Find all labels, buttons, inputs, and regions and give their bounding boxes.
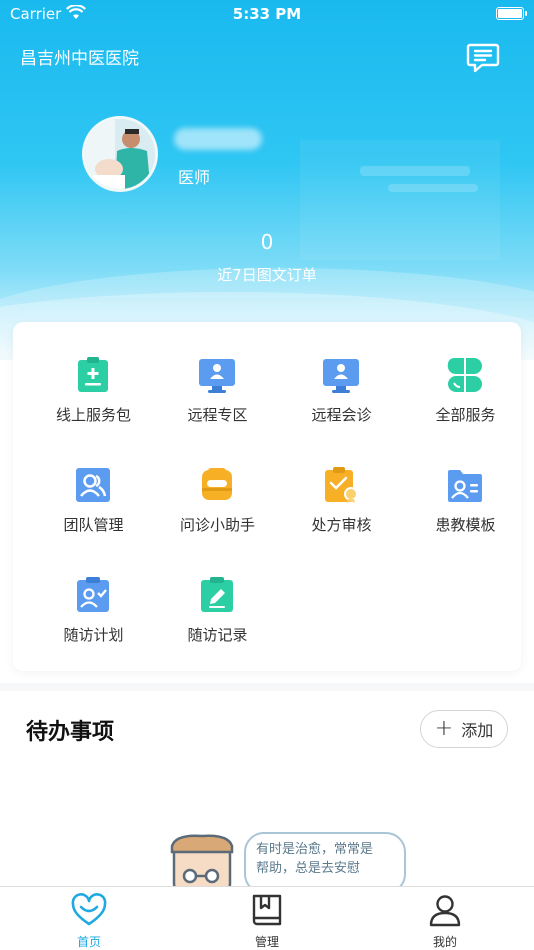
- service-package-button[interactable]: 线上服务包: [30, 356, 157, 456]
- service-label: 线上服务包: [55, 406, 131, 424]
- tab-bar: 首页 管理 我的: [0, 886, 534, 950]
- quote-line: 有时是治愈，常常是: [256, 842, 374, 857]
- patient-education-template-button[interactable]: 患教模板: [402, 466, 529, 566]
- tab-home[interactable]: 首页: [29, 887, 149, 950]
- service-package-icon: [78, 357, 108, 392]
- team-management-icon: [76, 468, 110, 502]
- service-label: 患教模板: [435, 516, 496, 534]
- clock: 5:33 PM: [232, 5, 302, 23]
- follow-up-record-icon: [201, 577, 233, 612]
- remote-zone-button[interactable]: 远程专区: [154, 356, 281, 456]
- team-management-button[interactable]: 团队管理: [30, 466, 157, 566]
- service-label: 远程专区: [187, 406, 248, 424]
- follow-up-plan-icon: [77, 577, 109, 612]
- tab-label: 我的: [432, 935, 457, 949]
- hospital-name: 昌吉州中医医院: [20, 49, 139, 69]
- section-divider: [0, 683, 534, 691]
- add-todo-button[interactable]: + 添加: [420, 710, 508, 748]
- battery-icon: [496, 7, 527, 20]
- doctor-role: 医师: [178, 168, 211, 187]
- tab-profile[interactable]: 我的: [385, 887, 505, 950]
- prescription-review-button[interactable]: 处方审核: [278, 466, 405, 566]
- service-grid: 线上服务包 远程专区 远程会诊 全部服务 团队管理 问诊小助手 处方审核 患教模…: [13, 322, 521, 671]
- service-label: 全部服务: [435, 406, 496, 424]
- service-label: 团队管理: [63, 516, 124, 534]
- remote-consultation-icon: [323, 359, 359, 393]
- add-button-label: 添加: [461, 721, 494, 740]
- plus-icon: +: [434, 716, 454, 741]
- empty-state-quote: 有时是治愈，常常是 帮助，总是去安慰: [256, 840, 401, 878]
- heart-icon: [71, 893, 107, 926]
- service-label: 远程会诊: [311, 406, 372, 424]
- book-icon: [252, 894, 282, 926]
- tab-label: 首页: [76, 935, 101, 949]
- doctor-cartoon-icon: [170, 834, 234, 888]
- service-label: 随访计划: [63, 626, 124, 644]
- remote-consultation-button[interactable]: 远程会诊: [278, 356, 405, 456]
- empty-state-illustration: 有时是治愈，常常是 帮助，总是去安慰: [166, 826, 416, 888]
- prescription-review-icon: [325, 467, 358, 503]
- tab-management[interactable]: 管理: [207, 887, 327, 950]
- follow-up-plan-button[interactable]: 随访计划: [30, 576, 157, 676]
- all-services-icon: [447, 358, 482, 392]
- consultation-assistant-icon: [202, 468, 232, 500]
- follow-up-record-button[interactable]: 随访记录: [154, 576, 281, 676]
- todo-section-title: 待办事项: [26, 720, 115, 745]
- order-count[interactable]: 0: [0, 230, 534, 254]
- message-icon[interactable]: [466, 42, 500, 74]
- user-icon: [429, 895, 461, 927]
- patient-education-template-icon: [448, 470, 482, 502]
- avatar[interactable]: [82, 116, 158, 192]
- service-label: 随访记录: [187, 626, 248, 644]
- service-label: 问诊小助手: [179, 516, 255, 534]
- tab-label: 管理: [254, 935, 279, 949]
- quote-line: 帮助，总是去安慰: [256, 861, 361, 876]
- status-bar: Carrier 5:33 PM: [0, 0, 534, 28]
- consultation-assistant-button[interactable]: 问诊小助手: [154, 466, 281, 566]
- service-label: 处方审核: [311, 516, 372, 534]
- order-count-label: 近7日图文订单: [217, 266, 317, 284]
- doctor-name-redacted: [174, 128, 262, 150]
- remote-zone-icon: [199, 359, 235, 393]
- all-services-button[interactable]: 全部服务: [402, 356, 529, 456]
